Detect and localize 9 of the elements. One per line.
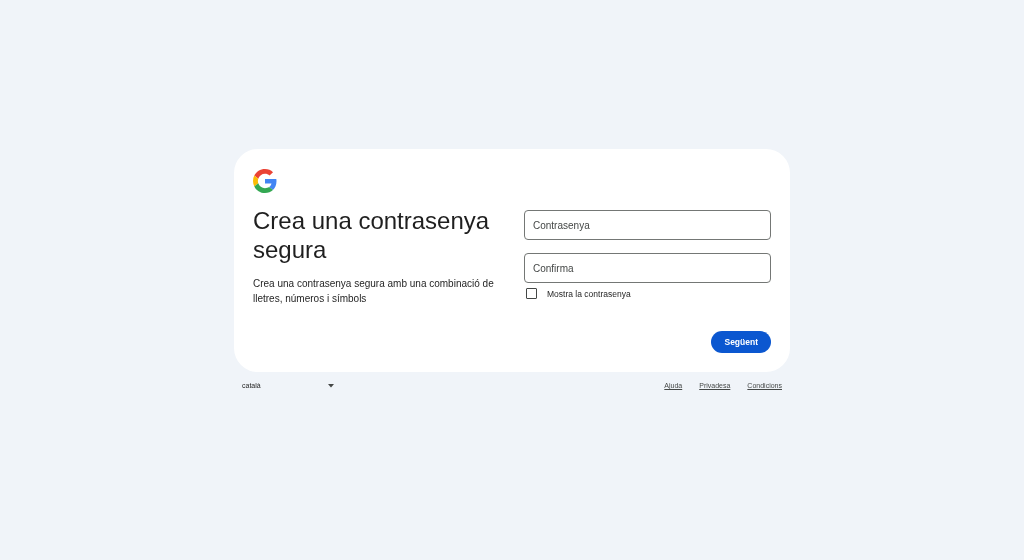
- caret-icon[interactable]: [328, 383, 334, 388]
- page-title: Crea una contrasenya segura: [253, 206, 491, 264]
- checkbox-label[interactable]: Mostra la contrasenya: [547, 288, 631, 299]
- next-button[interactable]: Següent: [711, 331, 771, 353]
- logo-icon: [253, 169, 277, 193]
- description-text: Crea una contrasenya segura amb una combinació de lletres, números i símbols: [253, 277, 495, 306]
- password-field[interactable]: Confirma: [524, 253, 771, 283]
- checkbox[interactable]: [526, 288, 537, 299]
- password-field[interactable]: Contrasenya: [524, 210, 771, 240]
